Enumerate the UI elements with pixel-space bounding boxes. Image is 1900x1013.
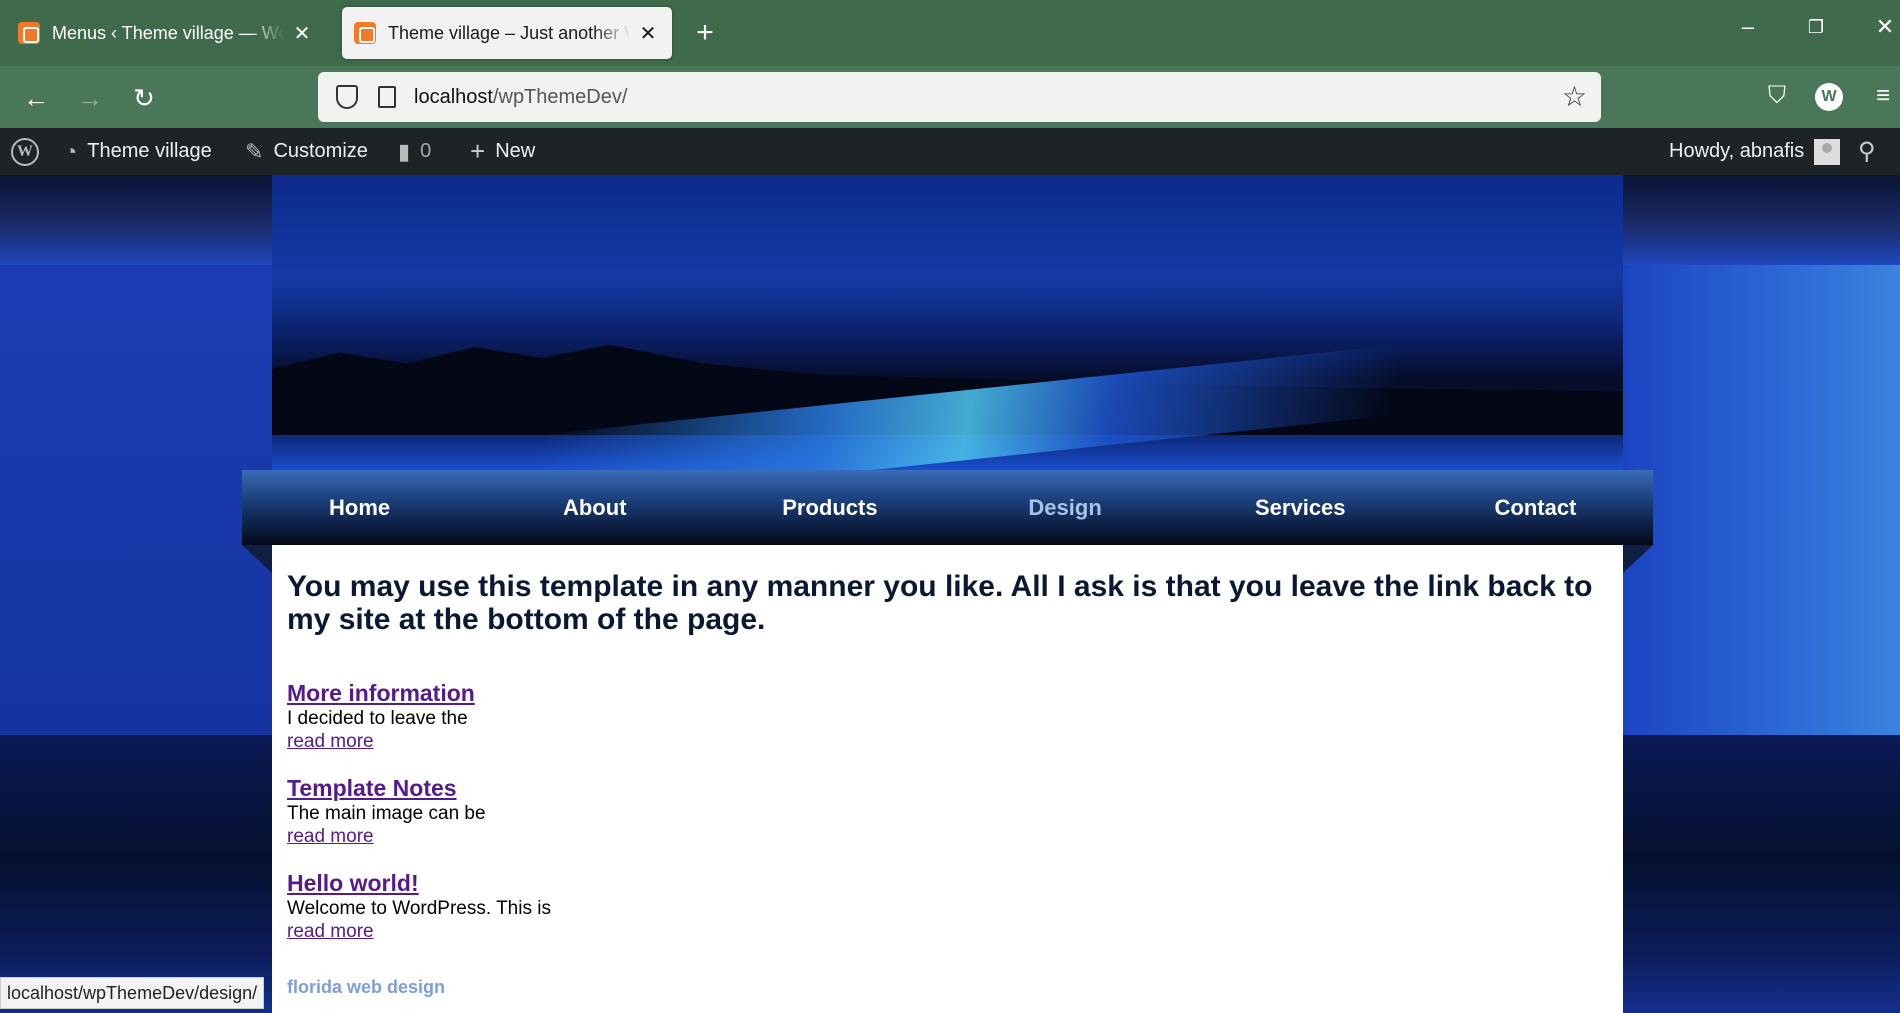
my-account-link[interactable]: Howdy, abnafis <box>1669 128 1841 175</box>
page-heading: You may use this template in any manner … <box>287 570 1593 636</box>
post-excerpt: The main image can be <box>287 803 486 824</box>
restore-icon[interactable]: ❐ <box>1796 17 1836 38</box>
window-close-icon[interactable]: ✕ <box>1865 14 1900 40</box>
content-area: You may use this template in any manner … <box>272 545 1623 1013</box>
tab-menus[interactable]: Menus ‹ Theme village — WordPress ✕ <box>6 7 326 59</box>
footer-credit-link[interactable]: florida web design <box>287 977 445 998</box>
post-title-link[interactable]: Hello world! <box>287 870 1608 897</box>
background-left <box>0 265 272 735</box>
profile-avatar[interactable]: W <box>1815 83 1843 111</box>
site-name: Theme village <box>87 140 212 162</box>
close-tab-icon[interactable]: ✕ <box>290 21 314 46</box>
new-label: New <box>495 140 536 162</box>
background-right <box>1623 265 1900 735</box>
url-text[interactable]: localhost/wpThemeDev/ <box>414 86 627 109</box>
menu-corner-left <box>242 545 272 573</box>
main-menu: Home About Products Design Services Cont… <box>242 470 1653 545</box>
post-title-link[interactable]: More information <box>287 680 1608 707</box>
shield-icon[interactable] <box>336 85 358 109</box>
page-info-icon[interactable] <box>378 86 396 108</box>
comments-link[interactable]: ▮ 0 <box>398 128 431 175</box>
browser-nav-bar: ← → ↻ localhost/wpThemeDev/ ☆ ⛉ W ≡ <box>0 66 1900 128</box>
post-excerpt: I decided to leave the <box>287 708 468 729</box>
tab-title: Theme village – Just another WordPress s… <box>388 22 630 43</box>
wordpress-logo-icon[interactable]: W <box>11 128 39 175</box>
new-tab-button[interactable]: + <box>690 16 720 50</box>
star-icon[interactable]: ☆ <box>1562 80 1587 113</box>
wp-logo: W <box>11 137 39 166</box>
post-list: More information I decided to leave the … <box>287 680 1608 943</box>
plus-icon: + <box>470 136 486 166</box>
brush-icon: ✎ <box>245 138 264 164</box>
search-icon[interactable]: ⚲ <box>1858 128 1876 175</box>
menu-item-design[interactable]: Design <box>948 470 1183 545</box>
dashboard-icon: ◔ <box>64 138 78 164</box>
pocket-icon[interactable]: ⛉ <box>1762 82 1792 110</box>
forward-icon[interactable]: → <box>72 80 108 116</box>
comment-icon: ▮ <box>398 138 411 164</box>
post-item: Hello world! Welcome to WordPress. This … <box>287 870 1608 943</box>
page-viewport: Home About Products Design Services Cont… <box>0 175 1900 1013</box>
link-status-bar: localhost/wpThemeDev/design/ <box>0 977 265 1009</box>
minimize-icon[interactable]: – <box>1728 14 1768 40</box>
tab-title: Menus ‹ Theme village — WordPress <box>52 22 284 43</box>
user-avatar <box>1814 138 1841 165</box>
post-title-link[interactable]: Template Notes <box>287 775 1608 802</box>
reload-icon[interactable]: ↻ <box>126 80 162 116</box>
url-host: localhost <box>414 85 493 108</box>
magnifier-glyph: ⚲ <box>1858 138 1876 165</box>
tab-theme-village[interactable]: Theme village – Just another WordPress s… <box>342 7 672 59</box>
menu-item-products[interactable]: Products <box>712 470 947 545</box>
menu-item-about[interactable]: About <box>477 470 712 545</box>
menu-icon[interactable]: ≡ <box>1868 82 1898 110</box>
new-content-link[interactable]: + New <box>470 128 535 175</box>
back-icon[interactable]: ← <box>18 80 54 116</box>
browser-tab-bar: Menus ‹ Theme village — WordPress ✕ Them… <box>0 0 1900 66</box>
address-bar[interactable]: localhost/wpThemeDev/ ☆ <box>318 72 1601 122</box>
xampp-favicon-icon <box>354 22 376 44</box>
xampp-favicon-icon <box>18 22 40 44</box>
menu-item-home[interactable]: Home <box>242 470 477 545</box>
post-item: More information I decided to leave the … <box>287 680 1608 753</box>
read-more-link[interactable]: read more <box>287 825 1608 848</box>
comments-count: 0 <box>420 140 432 162</box>
read-more-link[interactable]: read more <box>287 920 1608 943</box>
menu-corner-right <box>1623 545 1653 573</box>
customize-link[interactable]: ✎ Customize <box>245 128 368 175</box>
customize-label: Customize <box>273 140 368 162</box>
menu-item-services[interactable]: Services <box>1183 470 1418 545</box>
url-path: /wpThemeDev/ <box>492 85 628 108</box>
close-tab-icon[interactable]: ✕ <box>636 21 660 46</box>
wp-admin-bar: W ◔ Theme village ✎ Customize ▮ 0 + New … <box>0 128 1900 175</box>
post-item: Template Notes The main image can be rea… <box>287 775 1608 848</box>
header-beach-image <box>272 175 1623 470</box>
site-name-link[interactable]: ◔ Theme village <box>64 128 212 175</box>
howdy-text: Howdy, abnafis <box>1669 140 1805 162</box>
read-more-link[interactable]: read more <box>287 730 1608 753</box>
menu-item-contact[interactable]: Contact <box>1418 470 1653 545</box>
post-excerpt: Welcome to WordPress. This is <box>287 898 551 919</box>
